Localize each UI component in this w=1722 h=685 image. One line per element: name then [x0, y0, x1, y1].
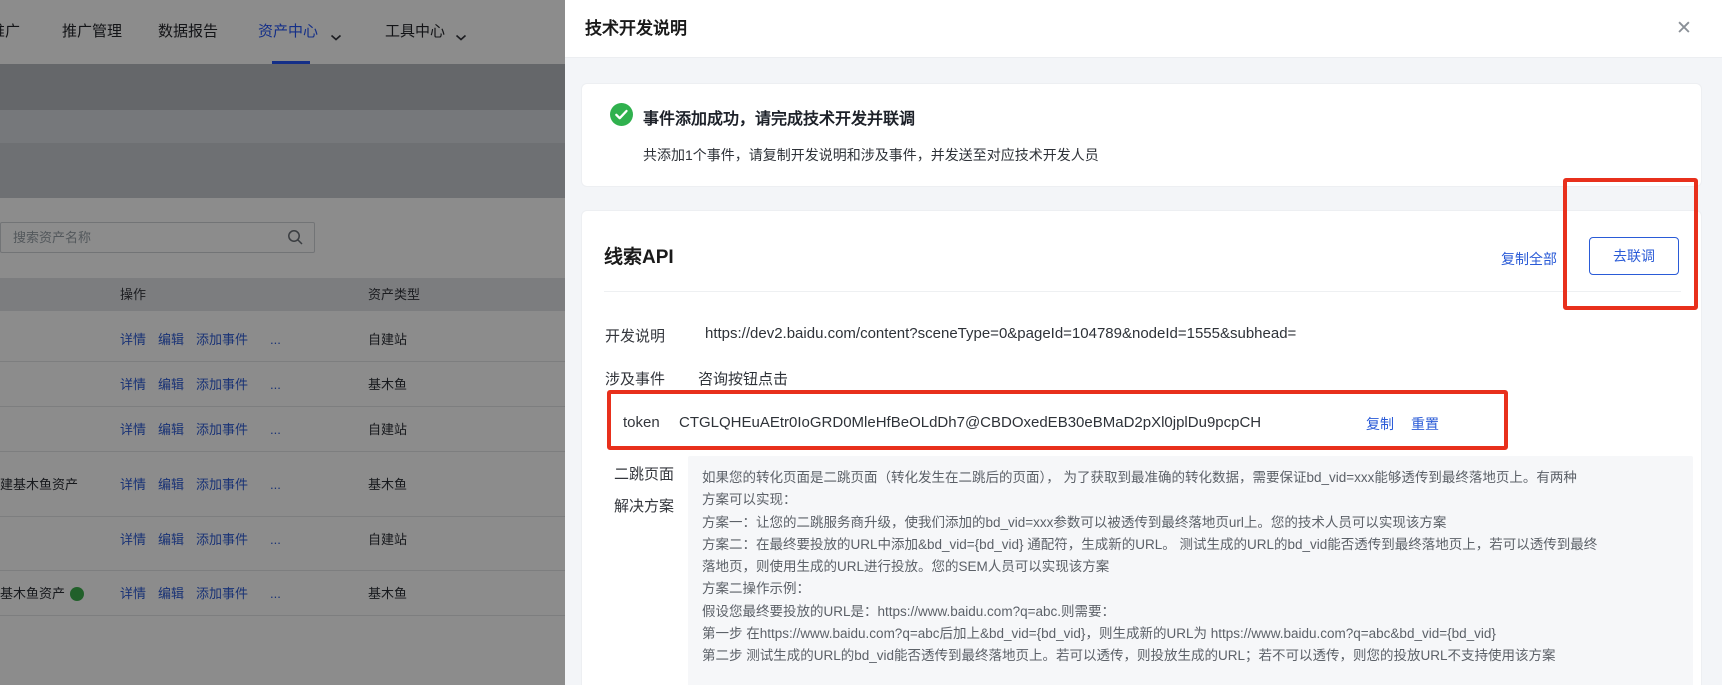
solution-line: 方案二：在最终要投放的URL中添加&bd_vid={bd_vid} 通配符，生成…: [702, 534, 1677, 556]
token-label: token: [623, 414, 660, 431]
dev-doc-label: 开发说明: [605, 325, 665, 346]
solution-text-box: 如果您的转化页面是二跳页面（转化发生在二跳后的页面）， 为了获取到最准确的转化数…: [688, 456, 1693, 685]
success-subtitle: 共添加1个事件，请复制开发说明和涉及事件，并发送至对应技术开发人员: [643, 145, 1099, 165]
solution-line: 方案一：让您的二跳服务商升级，使我们添加的bd_vid=xxx参数可以被透传到最…: [702, 512, 1677, 534]
success-check-icon: [610, 103, 633, 131]
api-card: 线索API 复制全部 去联调 开发说明 https://dev2.baidu.c…: [581, 210, 1702, 685]
solution-line: 落地页，则使用生成的URL进行投放。您的SEM人员可以实现该方案: [702, 556, 1677, 578]
events-label: 涉及事件: [605, 368, 665, 389]
solution-label-line2: 解决方案: [614, 495, 674, 516]
events-value: 咨询按钮点击: [698, 368, 788, 389]
card-divider: [604, 291, 1681, 292]
screenshot-root: 推广 推广管理 数据报告 资产中心 工具中心 搜索资产名称 操作 资产类型: [0, 0, 1722, 685]
drawer-header: 技术开发说明 ✕: [565, 0, 1722, 58]
success-card: 事件添加成功，请完成技术开发并联调 共添加1个事件，请复制开发说明和涉及事件，并…: [581, 83, 1702, 187]
close-icon[interactable]: ✕: [1668, 13, 1700, 45]
api-card-title: 线索API: [604, 242, 674, 269]
modal-overlay[interactable]: [0, 0, 565, 685]
drawer-panel: 技术开发说明 ✕ 事件添加成功，请完成技术开发并联调 共添加1个事件，请复制开发…: [565, 0, 1722, 685]
solution-line: 如果您的转化页面是二跳页面（转化发生在二跳后的页面）， 为了获取到最准确的转化数…: [702, 467, 1677, 489]
copy-all-link[interactable]: 复制全部: [1501, 249, 1557, 269]
drawer-title: 技术开发说明: [585, 0, 687, 58]
solution-line: 第二步 测试生成的URL的bd_vid能否透传到最终落地页上。若可以透传，则投放…: [702, 645, 1677, 667]
solution-line: 第一步 在https://www.baidu.com?q=abc后加上&bd_v…: [702, 623, 1677, 645]
go-debug-button[interactable]: 去联调: [1589, 237, 1679, 275]
success-title: 事件添加成功，请完成技术开发并联调: [643, 105, 915, 129]
token-copy-link[interactable]: 复制: [1366, 414, 1394, 434]
dev-doc-link[interactable]: https://dev2.baidu.com/content?sceneType…: [705, 325, 1296, 342]
solution-line: 方案二操作示例：: [702, 578, 1677, 600]
token-reset-link[interactable]: 重置: [1411, 414, 1439, 434]
token-value: CTGLQHEuAEtr0IoGRD0MleHfBeOLdDh7@CBDOxed…: [679, 414, 1261, 431]
solution-label-line1: 二跳页面: [614, 463, 674, 484]
solution-line: 方案可以实现：: [702, 489, 1677, 511]
solution-line: 假设您最终要投放的URL是：https://www.baidu.com?q=ab…: [702, 601, 1677, 623]
